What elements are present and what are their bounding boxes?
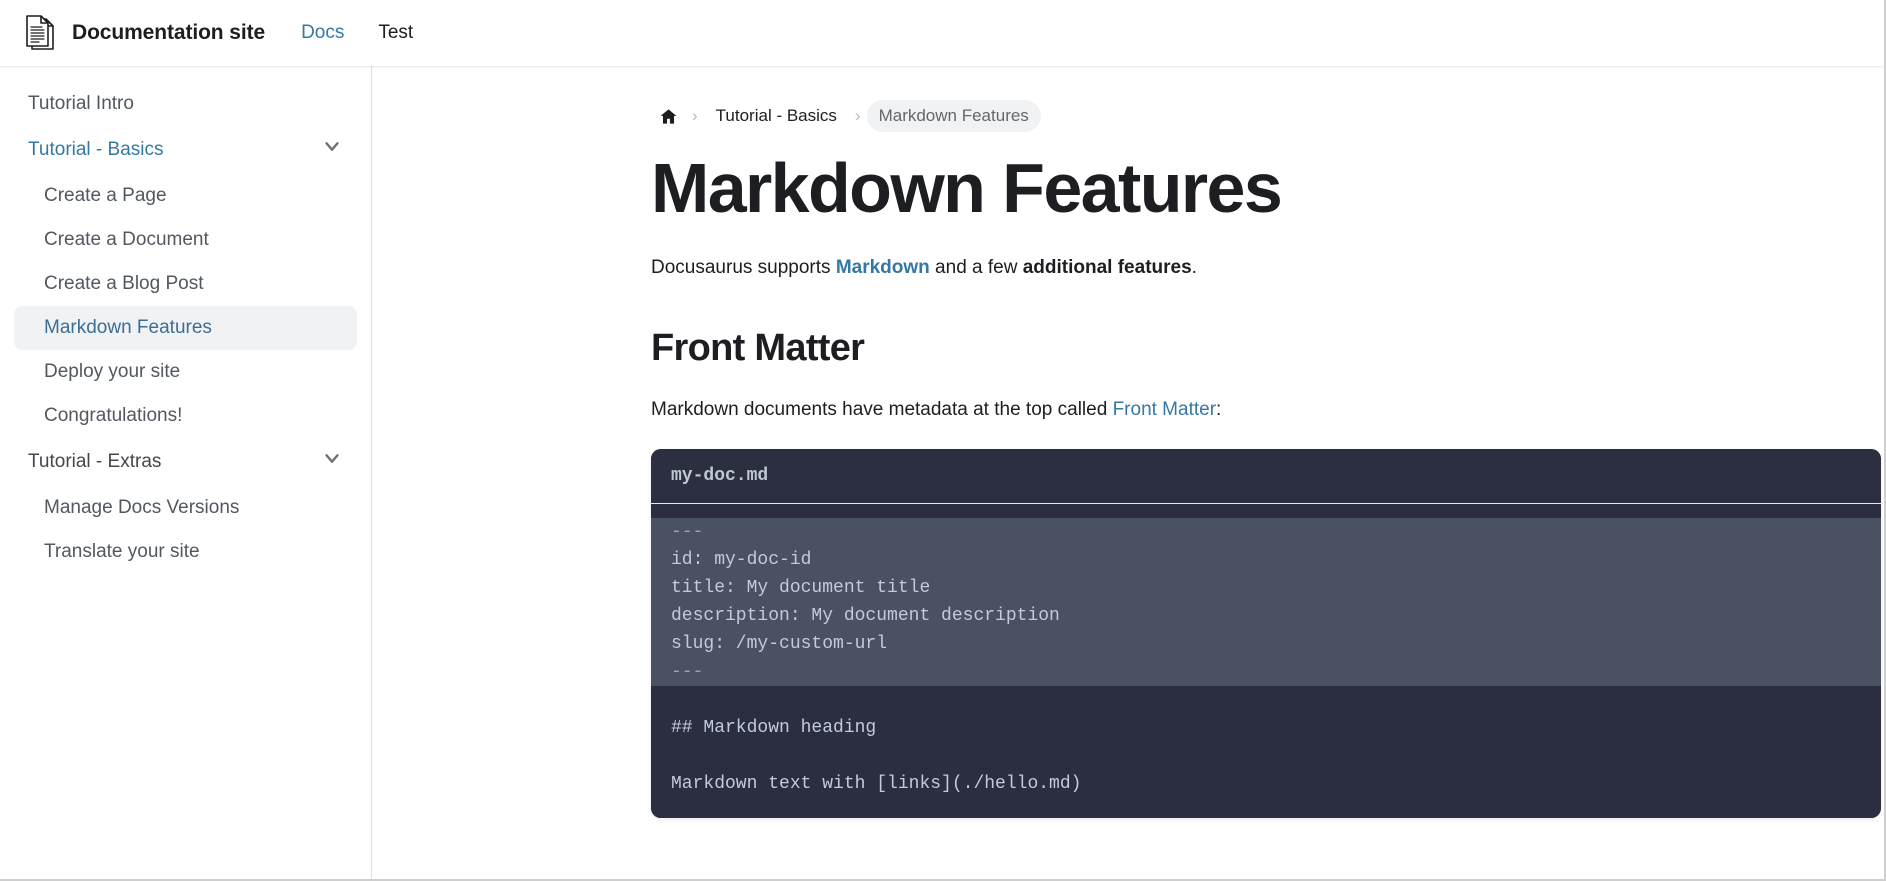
intro-strong: additional features: [1022, 257, 1192, 278]
navbar-brand[interactable]: Documentation site: [22, 14, 265, 52]
sidebar-item-manage-docs-versions[interactable]: Manage Docs Versions: [0, 486, 371, 530]
intro-tail: .: [1191, 257, 1197, 278]
front-matter-link[interactable]: Front Matter: [1113, 399, 1216, 420]
code-block: my-doc.md --- id: my-doc-id title: My do…: [651, 448, 1881, 818]
sidebar-item-create-a-document[interactable]: Create a Document: [0, 218, 371, 262]
breadcrumb-item-current: Markdown Features: [866, 100, 1041, 132]
breadcrumb: › Tutorial - Basics › Markdown Features: [651, 100, 1884, 132]
home-icon: [659, 107, 678, 126]
sidebar-item-create-a-blog-post[interactable]: Create a Blog Post: [0, 262, 371, 306]
doc-column: › Tutorial - Basics › Markdown Features …: [651, 66, 1884, 818]
chevron-down-icon[interactable]: [321, 135, 343, 165]
sidebar-item-congratulations[interactable]: Congratulations!: [0, 394, 371, 438]
sidebar-category-tutorial-extras[interactable]: Tutorial - Extras: [0, 438, 371, 486]
sidebar-category-tutorial-basics[interactable]: Tutorial - Basics: [0, 126, 371, 174]
intro-middle: and a few: [929, 257, 1023, 278]
code-line: id: my-doc-id: [651, 545, 1881, 574]
sidebar-item-deploy-your-site[interactable]: Deploy your site: [0, 350, 371, 394]
sidebar-item-label: Tutorial - Basics: [28, 139, 164, 160]
code-line: title: My document title: [651, 573, 1881, 602]
code-line: slug: /my-custom-url: [651, 629, 1881, 658]
sidebar-item-translate-your-site[interactable]: Translate your site: [0, 530, 371, 574]
sidebar-menu: Tutorial Intro Tutorial - Basics Create …: [0, 82, 371, 574]
code-block-content[interactable]: --- id: my-doc-id title: My document tit…: [651, 503, 1881, 818]
intro-paragraph: Docusaurus supports Markdown and a few a…: [651, 253, 1884, 283]
documents-icon: [22, 14, 58, 52]
sidebar-item-create-a-page[interactable]: Create a Page: [0, 174, 371, 218]
chevron-down-icon[interactable]: [321, 447, 343, 477]
code-block-filename: my-doc.md: [651, 448, 1881, 504]
sidebar-item-label: Tutorial - Extras: [28, 451, 162, 472]
front-matter-tail: :: [1216, 398, 1222, 420]
intro-lead: Docusaurus supports: [651, 257, 836, 278]
front-matter-paragraph: Markdown documents have metadata at the …: [651, 395, 1884, 425]
nav-link-test[interactable]: Test: [378, 22, 413, 44]
code-line: description: My document description: [651, 601, 1881, 630]
front-matter-lead: Markdown documents have metadata at the …: [651, 398, 1113, 420]
page-body: Tutorial Intro Tutorial - Basics Create …: [0, 66, 1884, 879]
sidebar-item-label: Create a Document: [44, 229, 209, 250]
sidebar-item-markdown-features[interactable]: Markdown Features: [0, 306, 371, 350]
markdown-link[interactable]: Markdown: [836, 257, 930, 278]
page-title: Markdown Features: [651, 149, 1283, 227]
sidebar-item-tutorial-intro[interactable]: Tutorial Intro: [0, 82, 371, 126]
code-line: Markdown text with [links](./hello.md): [671, 773, 1082, 794]
sidebar-item-label: Translate your site: [44, 541, 200, 562]
breadcrumb-separator: ›: [854, 106, 861, 125]
section-heading-front-matter: Front Matter: [651, 327, 865, 369]
breadcrumb-item-tutorial-basics[interactable]: Tutorial - Basics: [704, 100, 849, 132]
sidebar-item-label: Markdown Features: [44, 317, 212, 338]
sidebar-item-label: Tutorial Intro: [28, 93, 134, 114]
sidebar-item-label: Create a Blog Post: [44, 273, 204, 294]
code-line: ---: [651, 657, 1881, 686]
navbar: Documentation site Docs Test: [0, 0, 1884, 66]
sidebar-item-label: Deploy your site: [44, 361, 181, 382]
brand-title: Documentation site: [72, 21, 266, 44]
browser-viewport: Documentation site Docs Test Tutorial In…: [0, 0, 1886, 881]
code-line: ---: [651, 517, 1881, 546]
code-line: ## Markdown heading: [671, 717, 877, 738]
navbar-links: Docs Test: [301, 22, 413, 44]
doc-main: › Tutorial - Basics › Markdown Features …: [372, 66, 1884, 879]
sidebar-item-label: Congratulations!: [44, 405, 183, 426]
breadcrumb-home-link[interactable]: [651, 101, 686, 132]
sidebar-item-label: Create a Page: [44, 185, 167, 206]
breadcrumb-separator: ›: [692, 106, 698, 125]
docs-sidebar: Tutorial Intro Tutorial - Basics Create …: [0, 66, 372, 879]
sidebar-item-label: Manage Docs Versions: [44, 497, 240, 518]
nav-link-docs[interactable]: Docs: [301, 22, 344, 44]
